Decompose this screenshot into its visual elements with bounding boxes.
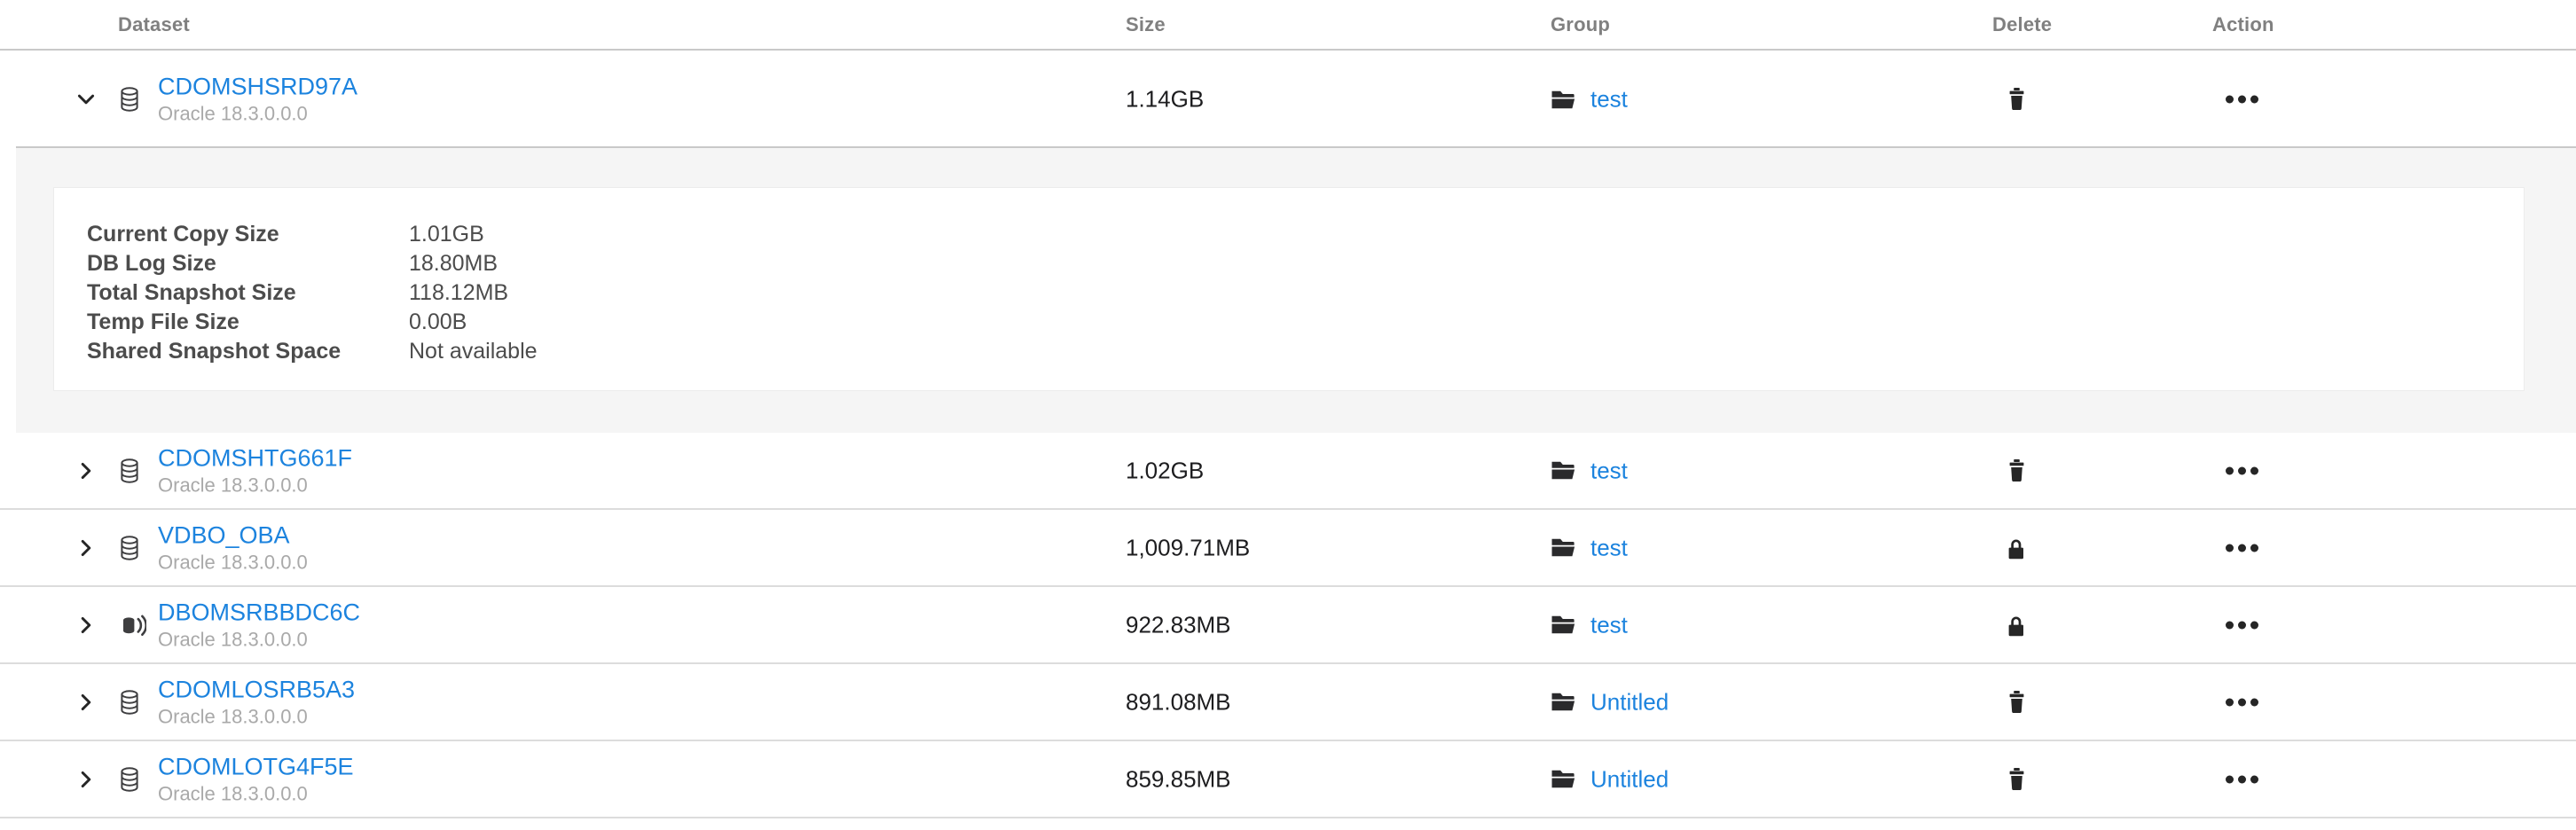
group-link[interactable]: test: [1590, 86, 1628, 114]
dataset-engine-version: Oracle 18.3.0.0.0: [158, 782, 354, 805]
detail-row: Current Copy Size 1.01GB: [87, 220, 2524, 249]
dataset-name-block: CDOMLOTG4F5E Oracle 18.3.0.0.0: [158, 753, 354, 805]
folder-icon: [1551, 460, 1576, 482]
actions-menu-button[interactable]: [2216, 466, 2267, 474]
database-icon: [120, 458, 139, 483]
dataset-link[interactable]: DBOMSRBBDC6C: [158, 599, 360, 625]
column-header-size: Size: [1126, 13, 1166, 36]
chevron-right-icon[interactable]: [75, 768, 98, 791]
group-link[interactable]: test: [1590, 611, 1628, 638]
detail-row: DB Log Size 18.80MB: [87, 249, 2524, 278]
detail-label: Shared Snapshot Space: [87, 337, 409, 366]
chevron-down-icon[interactable]: [75, 88, 98, 111]
dataset-engine-version: Oracle 18.3.0.0.0: [158, 551, 308, 574]
dsource-icon: [120, 613, 146, 637]
dataset-engine-version: Oracle 18.3.0.0.0: [158, 628, 360, 651]
chevron-right-icon[interactable]: [75, 691, 98, 714]
group-cell: Untitled: [1551, 688, 1669, 716]
database-icon: [120, 87, 139, 112]
folder-icon: [1551, 769, 1576, 790]
trash-icon[interactable]: [1993, 691, 2039, 714]
detail-value: Not available: [409, 337, 538, 366]
trash-icon[interactable]: [1993, 88, 2039, 111]
dataset-link[interactable]: CDOMSHSRD97A: [158, 74, 357, 100]
actions-menu-button[interactable]: [2216, 96, 2267, 104]
trash-icon[interactable]: [1993, 768, 2039, 791]
dataset-engine-version: Oracle 18.3.0.0.0: [158, 103, 357, 126]
group-link[interactable]: Untitled: [1590, 688, 1669, 716]
group-cell: test: [1551, 611, 1628, 638]
chevron-right-icon[interactable]: [75, 459, 98, 482]
actions-menu-button[interactable]: [2216, 775, 2267, 783]
dataset-size: 1.02GB: [1126, 457, 1204, 484]
group-cell: Untitled: [1551, 765, 1669, 793]
folder-icon: [1551, 692, 1576, 713]
folder-icon: [1551, 89, 1576, 110]
dataset-size: 922.83MB: [1126, 611, 1231, 638]
group-link[interactable]: Untitled: [1590, 765, 1669, 793]
detail-row: Temp File Size 0.00B: [87, 308, 2524, 337]
dataset-name-block: CDOMLOSRB5A3 Oracle 18.3.0.0.0: [158, 676, 355, 728]
group-cell: test: [1551, 534, 1628, 561]
actions-menu-button[interactable]: [2216, 544, 2267, 552]
table-row: CDOMLOSRB5A3 Oracle 18.3.0.0.0 891.08MB …: [0, 664, 2576, 741]
table-header-row: Dataset Size Group Delete Action: [0, 0, 2576, 51]
database-icon: [120, 536, 139, 560]
dataset-name-block: CDOMSHTG661F Oracle 18.3.0.0.0: [158, 444, 352, 497]
dataset-link[interactable]: CDOMLOSRB5A3: [158, 676, 355, 702]
trash-icon[interactable]: [1993, 459, 2039, 482]
group-cell: test: [1551, 457, 1628, 484]
table-row: DBOMSRBBDC6C Oracle 18.3.0.0.0 922.83MB …: [0, 587, 2576, 664]
detail-value: 1.01GB: [409, 220, 484, 249]
table-row: CDOMSHSRD97A Oracle 18.3.0.0.0 1.14GB te…: [0, 51, 2576, 148]
detail-label: Temp File Size: [87, 308, 409, 337]
dataset-name-block: DBOMSRBBDC6C Oracle 18.3.0.0.0: [158, 599, 360, 651]
table-row: CDOMLOTG4F5E Oracle 18.3.0.0.0 859.85MB …: [0, 741, 2576, 818]
dataset-link[interactable]: CDOMLOTG4F5E: [158, 753, 354, 779]
actions-menu-button[interactable]: [2216, 621, 2267, 629]
dataset-link[interactable]: VDBO_OBA: [158, 521, 308, 548]
group-link[interactable]: test: [1590, 534, 1628, 561]
dataset-size: 859.85MB: [1126, 765, 1231, 793]
detail-value: 118.12MB: [409, 278, 508, 308]
detail-row: Total Snapshot Size 118.12MB: [87, 278, 2524, 308]
database-icon: [120, 767, 139, 792]
dataset-size: 1.14GB: [1126, 86, 1204, 114]
dataset-name-block: VDBO_OBA Oracle 18.3.0.0.0: [158, 521, 308, 574]
chevron-right-icon[interactable]: [75, 614, 98, 637]
detail-value: 0.00B: [409, 308, 467, 337]
group-link[interactable]: test: [1590, 457, 1628, 484]
column-header-dataset: Dataset: [118, 13, 190, 36]
table-row: VDBO_OBA Oracle 18.3.0.0.0 1,009.71MB te…: [0, 510, 2576, 587]
group-cell: test: [1551, 86, 1628, 114]
dataset-engine-version: Oracle 18.3.0.0.0: [158, 705, 355, 728]
lock-icon[interactable]: [1993, 614, 2039, 637]
expanded-details-panel: Current Copy Size 1.01GB DB Log Size 18.…: [16, 148, 2576, 433]
detail-value: 18.80MB: [409, 249, 498, 278]
detail-row: Shared Snapshot Space Not available: [87, 337, 2524, 366]
dataset-engine-version: Oracle 18.3.0.0.0: [158, 474, 352, 497]
dataset-size: 891.08MB: [1126, 688, 1231, 716]
database-icon: [120, 690, 139, 715]
folder-icon: [1551, 615, 1576, 636]
chevron-right-icon[interactable]: [75, 536, 98, 560]
detail-label: Current Copy Size: [87, 220, 409, 249]
dataset-link[interactable]: CDOMSHTG661F: [158, 444, 352, 471]
folder-icon: [1551, 537, 1576, 559]
column-header-action: Action: [2212, 13, 2274, 36]
detail-label: DB Log Size: [87, 249, 409, 278]
dataset-name-block: CDOMSHSRD97A Oracle 18.3.0.0.0: [158, 74, 357, 126]
dataset-size: 1,009.71MB: [1126, 534, 1250, 561]
column-header-delete: Delete: [1992, 13, 2052, 36]
actions-menu-button[interactable]: [2216, 698, 2267, 706]
dataset-details-card: Current Copy Size 1.01GB DB Log Size 18.…: [53, 187, 2525, 391]
lock-icon[interactable]: [1993, 536, 2039, 560]
detail-label: Total Snapshot Size: [87, 278, 409, 308]
datasets-table: Dataset Size Group Delete Action CDOMSHS…: [0, 0, 2576, 818]
table-row: CDOMSHTG661F Oracle 18.3.0.0.0 1.02GB te…: [0, 433, 2576, 510]
column-header-group: Group: [1551, 13, 1610, 36]
